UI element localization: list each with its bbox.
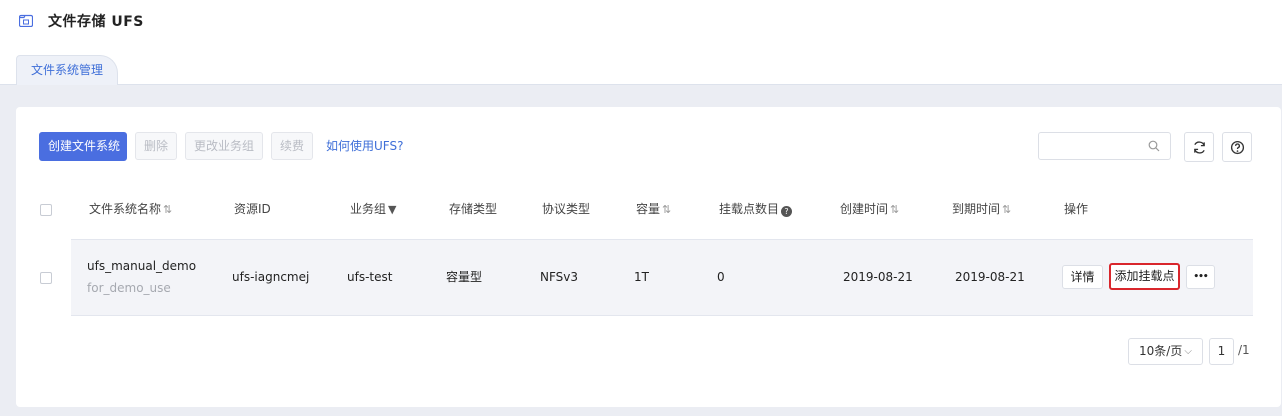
info-icon[interactable]: ? <box>781 206 793 217</box>
help-button[interactable] <box>1222 132 1252 162</box>
refresh-button[interactable] <box>1184 132 1214 162</box>
resource-id: ufs-iagncmej <box>232 270 310 284</box>
expire-time: 2019-08-21 <box>955 270 1025 284</box>
tab-filesystem-management[interactable]: 文件系统管理 <box>16 55 119 86</box>
column-header-mount-count: 挂载点数目? <box>719 201 793 217</box>
help-circle-icon <box>1230 140 1245 155</box>
row-checkbox[interactable] <box>40 272 52 284</box>
column-header-capacity[interactable]: 容量 ⇅ <box>636 201 671 218</box>
column-header-storage-type: 存储类型 <box>449 202 498 216</box>
column-header-actions: 操作 <box>1064 202 1089 216</box>
renew-button[interactable]: 续费 <box>271 132 313 160</box>
column-header-name[interactable]: 文件系统名称 ⇅ <box>89 201 172 218</box>
created-time: 2019-08-21 <box>843 270 913 284</box>
column-header-expires[interactable]: 到期时间 ⇅ <box>952 201 1011 218</box>
filesystem-remark: for_demo_use <box>87 281 171 295</box>
create-filesystem-button[interactable]: 创建文件系统 <box>39 132 127 161</box>
file-storage-icon <box>19 14 33 27</box>
change-group-button[interactable]: 更改业务组 <box>185 132 263 160</box>
column-header-created[interactable]: 创建时间 ⇅ <box>840 201 899 218</box>
filesystem-name[interactable]: ufs_manual_demo <box>87 258 196 274</box>
search-input[interactable] <box>1038 132 1171 160</box>
add-mount-point-button[interactable]: 添加挂载点 <box>1109 263 1180 290</box>
search-icon[interactable] <box>1148 140 1160 152</box>
column-header-protocol: 协议类型 <box>542 202 591 216</box>
page-size-label: 10条/页 <box>1139 344 1183 358</box>
sort-icon[interactable]: ⇅ <box>662 203 671 216</box>
sort-icon[interactable]: ⇅ <box>890 203 899 216</box>
select-all-checkbox[interactable] <box>40 204 52 216</box>
chevron-down-icon: ⌵ <box>1184 346 1192 357</box>
sort-icon[interactable]: ⇅ <box>1002 203 1011 216</box>
protocol-type: NFSv3 <box>540 270 579 284</box>
refresh-icon <box>1194 141 1205 154</box>
top-bar: 文件存储 UFS <box>0 0 1282 44</box>
business-group: ufs-test <box>347 270 393 284</box>
mount-count: 0 <box>717 270 725 284</box>
sort-icon[interactable]: ⇅ <box>163 203 172 216</box>
delete-button[interactable]: 删除 <box>135 132 177 160</box>
tab-bar: 文件系统管理 <box>0 44 1282 86</box>
storage-type: 容量型 <box>446 270 483 284</box>
help-link[interactable]: 如何使用UFS? <box>326 132 403 160</box>
capacity: 1T <box>634 270 649 284</box>
more-actions-button[interactable]: ••• <box>1186 265 1215 289</box>
total-pages: /1 <box>1238 343 1250 357</box>
column-header-resource-id: 资源ID <box>234 202 271 216</box>
page-size-select[interactable]: 10条/页 ⌵ <box>1128 338 1203 365</box>
filter-icon[interactable]: ▼ <box>388 203 396 216</box>
column-header-group[interactable]: 业务组 ▼ <box>350 201 396 218</box>
current-page-input[interactable]: 1 <box>1209 338 1234 365</box>
detail-button[interactable]: 详情 <box>1062 265 1103 289</box>
page-title: 文件存储 UFS <box>48 14 144 30</box>
